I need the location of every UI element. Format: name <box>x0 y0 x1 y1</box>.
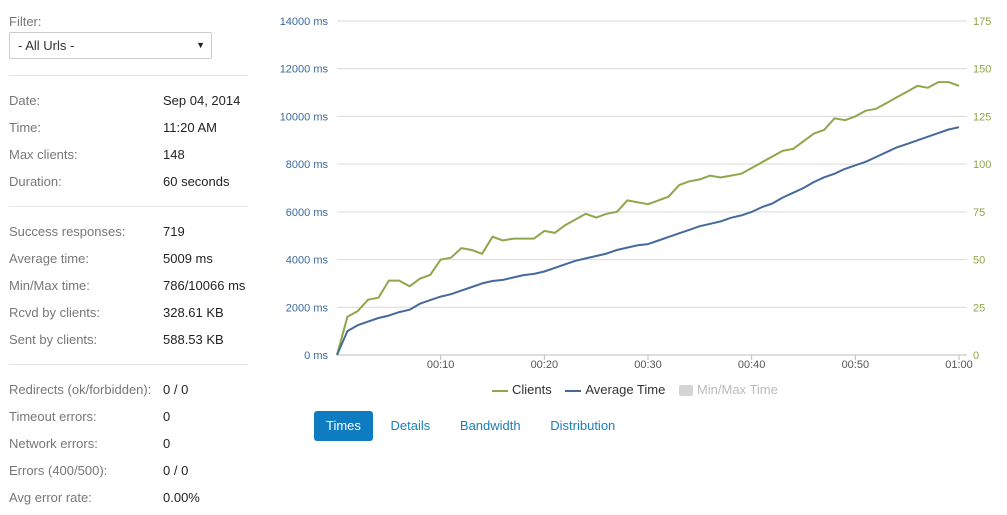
stat-label: Network errors: <box>9 436 98 451</box>
stat-label: Success responses: <box>9 224 126 239</box>
stat-row-time: Time: 11:20 AM <box>9 120 259 138</box>
stat-value: 588.53 KB <box>163 332 224 347</box>
tab-distribution[interactable]: Distribution <box>538 411 627 441</box>
stat-value: 0 / 0 <box>163 463 189 478</box>
stat-row-network-errors: Network errors: 0 <box>9 436 259 454</box>
stat-row-redirects: Redirects (ok/forbidden): 0 / 0 <box>9 382 259 400</box>
stat-row-duration: Duration: 60 seconds <box>9 174 259 192</box>
y-left-tick-label: 14000 ms <box>280 16 329 28</box>
stat-value: 60 seconds <box>163 174 230 189</box>
chart-legend: Clients Average Time Min/Max Time <box>492 382 788 400</box>
stat-value: 786/10066 ms <box>163 278 246 293</box>
y-right-tick-label: 175 <box>973 16 991 28</box>
url-filter-selected-value: - All Urls - <box>18 38 75 53</box>
x-tick-label: 00:50 <box>842 359 870 371</box>
stat-label: Date: <box>9 93 41 108</box>
stat-row-sent-by-clients: Sent by clients: 588.53 KB <box>9 332 259 350</box>
stat-row-avg-error-rate: Avg error rate: 0.00% <box>9 490 259 508</box>
legend-label: Clients <box>512 382 552 397</box>
filter-label: Filter: <box>9 14 42 29</box>
stat-label: Timeout errors: <box>9 409 97 424</box>
stat-label: Time: <box>9 120 42 135</box>
stat-value: 0 / 0 <box>163 382 189 397</box>
y-right-tick-label: 150 <box>973 64 991 76</box>
stat-label: Rcvd by clients: <box>9 305 101 320</box>
y-right-tick-label: 0 <box>973 350 979 362</box>
x-tick-label: 00:10 <box>427 359 455 371</box>
stat-label: Max clients: <box>9 147 78 162</box>
stat-value: 719 <box>163 224 185 239</box>
y-right-tick-label: 75 <box>973 207 985 219</box>
stat-value: 0 <box>163 436 171 451</box>
stat-row-max-clients: Max clients: 148 <box>9 147 259 165</box>
legend-swatch-clients <box>492 389 508 392</box>
tab-bandwidth[interactable]: Bandwidth <box>448 411 533 441</box>
stat-label: Redirects (ok/forbidden): <box>9 382 152 397</box>
stat-row-min-max-time: Min/Max time: 786/10066 ms <box>9 278 259 296</box>
legend-swatch-min-max-time <box>678 385 693 397</box>
divider <box>9 364 248 365</box>
x-tick-label: 01:00 <box>945 359 973 371</box>
divider <box>9 75 248 76</box>
x-tick-label: 00:40 <box>738 359 766 371</box>
times-chart-svg: 0 ms 2000 ms 4000 ms 6000 ms 8000 ms 10000 ms… <box>280 16 992 371</box>
tab-details[interactable]: Details <box>379 411 443 441</box>
stat-label: Errors (400/500): <box>9 463 108 478</box>
y-left-tick-label: 0 ms <box>304 350 328 362</box>
times-chart: 0 ms 2000 ms 4000 ms 6000 ms 8000 ms 10000 ms… <box>265 0 1007 410</box>
x-tick-label: 00:20 <box>531 359 559 371</box>
series-line-clients <box>336 81 960 356</box>
legend-swatch-average-time <box>565 389 582 392</box>
y-left-tick-label: 4000 ms <box>286 255 329 267</box>
stat-label: Sent by clients: <box>9 332 98 347</box>
tab-times[interactable]: Times <box>314 411 373 441</box>
stat-row-rcvd-by-clients: Rcvd by clients: 328.61 KB <box>9 305 259 323</box>
stat-value: Sep 04, 2014 <box>163 93 241 108</box>
chart-tabs: Times Details Bandwidth Distribution <box>314 411 629 441</box>
stat-row-success-responses: Success responses: 719 <box>9 224 259 242</box>
url-filter-select[interactable]: - All Urls - ▼ <box>9 32 212 59</box>
stat-value: 11:20 AM <box>163 120 217 135</box>
stat-value: 0 <box>163 409 171 424</box>
legend-item-clients[interactable]: Clients <box>492 382 552 397</box>
y-left-tick-label: 8000 ms <box>286 159 329 171</box>
stat-value: 5009 ms <box>163 251 213 266</box>
stat-label: Avg error rate: <box>9 490 92 505</box>
stat-label: Min/Max time: <box>9 278 90 293</box>
y-left-tick-label: 10000 ms <box>280 111 329 123</box>
stat-row-timeout-errors: Timeout errors: 0 <box>9 409 259 427</box>
stats-sidebar: Filter: - All Urls - ▼ Date: Sep 04, 201… <box>0 0 260 515</box>
y-left-tick-label: 6000 ms <box>286 207 329 219</box>
stat-row-errors-400-500: Errors (400/500): 0 / 0 <box>9 463 259 481</box>
stat-value: 148 <box>163 147 185 162</box>
y-right-tick-label: 25 <box>973 302 985 314</box>
y-left-tick-label: 2000 ms <box>286 302 329 314</box>
legend-item-average-time[interactable]: Average Time <box>565 382 665 397</box>
y-right-tick-label: 50 <box>973 255 985 267</box>
y-left-tick-label: 12000 ms <box>280 64 329 76</box>
x-tick-label: 00:30 <box>634 359 662 371</box>
stat-value: 0.00% <box>163 490 200 505</box>
stat-value: 328.61 KB <box>163 305 224 320</box>
legend-item-min-max-time[interactable]: Min/Max Time <box>678 382 778 397</box>
legend-label: Min/Max Time <box>696 382 778 397</box>
stat-label: Average time: <box>9 251 89 266</box>
stat-label: Duration: <box>9 174 62 189</box>
y-right-tick-label: 125 <box>973 111 991 123</box>
chevron-down-icon: ▼ <box>196 40 205 50</box>
stat-row-date: Date: Sep 04, 2014 <box>9 93 259 111</box>
series-line-average-time <box>336 126 960 356</box>
legend-label: Average Time <box>585 382 666 397</box>
stat-row-average-time: Average time: 5009 ms <box>9 251 259 269</box>
y-right-tick-label: 100 <box>973 159 991 171</box>
divider <box>9 206 248 207</box>
